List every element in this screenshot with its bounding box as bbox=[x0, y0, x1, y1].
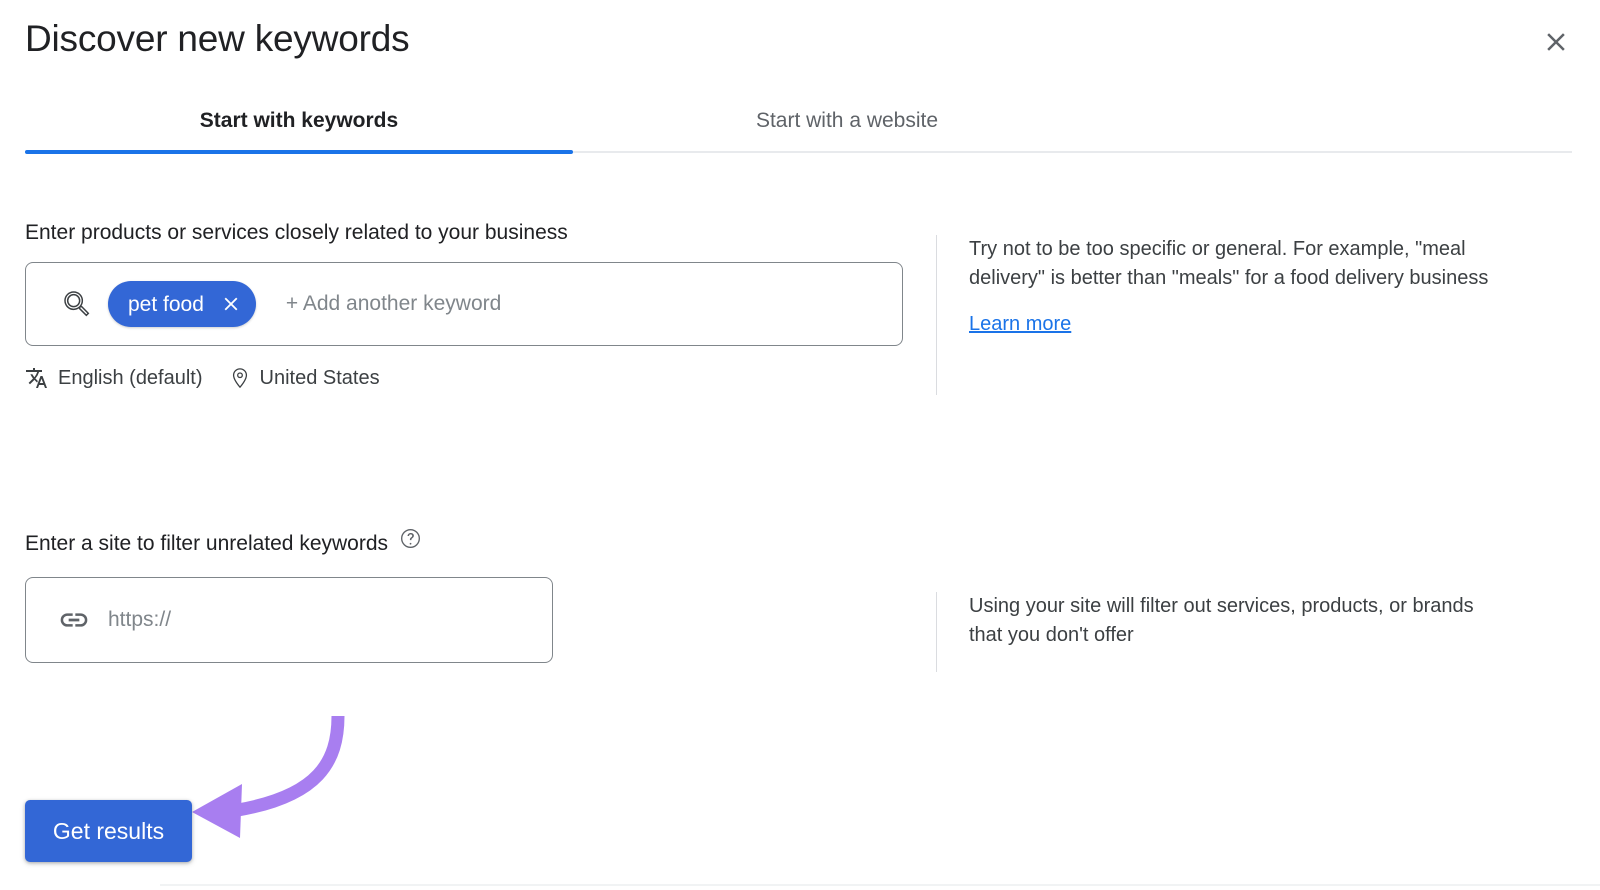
bottom-divider bbox=[160, 884, 1600, 886]
keywords-hint-panel: Try not to be too specific or general. F… bbox=[936, 235, 1496, 395]
site-url-input[interactable]: https:// bbox=[25, 577, 553, 663]
keyword-chip-label: pet food bbox=[128, 294, 204, 315]
location-selector[interactable]: United States bbox=[229, 367, 380, 390]
keyword-input[interactable]: pet food + Add another keyword bbox=[25, 262, 903, 346]
site-field-label: Enter a site to filter unrelated keyword… bbox=[25, 532, 422, 556]
link-icon bbox=[56, 602, 92, 638]
tab-bar: Start with keywords Start with a website bbox=[0, 88, 1600, 156]
annotation-arrow-icon bbox=[170, 700, 390, 870]
location-pin-icon bbox=[229, 367, 251, 389]
help-circle-icon[interactable] bbox=[399, 527, 422, 550]
site-hint-panel: Using your site will filter out services… bbox=[936, 592, 1496, 672]
tab-start-with-keywords[interactable]: Start with keywords bbox=[25, 88, 573, 153]
get-results-button[interactable]: Get results bbox=[25, 800, 192, 862]
translate-icon bbox=[25, 366, 49, 390]
site-hint-text: Using your site will filter out services… bbox=[969, 592, 1496, 650]
location-selector-label: United States bbox=[260, 367, 380, 390]
get-results-button-label: Get results bbox=[53, 818, 164, 845]
keyword-chip-remove-icon[interactable] bbox=[216, 289, 246, 319]
tab-start-with-keywords-label: Start with keywords bbox=[200, 109, 398, 133]
keyword-meta-row: English (default) United States bbox=[25, 363, 380, 393]
tab-start-with-website[interactable]: Start with a website bbox=[573, 88, 1121, 153]
site-field-label-text: Enter a site to filter unrelated keyword… bbox=[25, 532, 388, 556]
keyword-input-placeholder: + Add another keyword bbox=[270, 292, 501, 316]
keywords-hint-text: Try not to be too specific or general. F… bbox=[969, 235, 1496, 293]
tab-active-indicator bbox=[25, 150, 573, 154]
keyword-chip[interactable]: pet food bbox=[108, 281, 256, 327]
site-url-placeholder: https:// bbox=[108, 608, 171, 632]
keywords-field-label: Enter products or services closely relat… bbox=[25, 221, 568, 245]
close-dialog-button[interactable] bbox=[1530, 16, 1582, 68]
learn-more-link[interactable]: Learn more bbox=[969, 313, 1071, 336]
language-selector[interactable]: English (default) bbox=[25, 366, 203, 390]
tab-start-with-website-label: Start with a website bbox=[756, 109, 938, 133]
search-icon bbox=[60, 287, 94, 321]
close-icon bbox=[1541, 27, 1571, 57]
dialog-header: Discover new keywords bbox=[0, 0, 1600, 90]
language-selector-label: English (default) bbox=[58, 367, 203, 390]
page-title: Discover new keywords bbox=[25, 18, 409, 60]
